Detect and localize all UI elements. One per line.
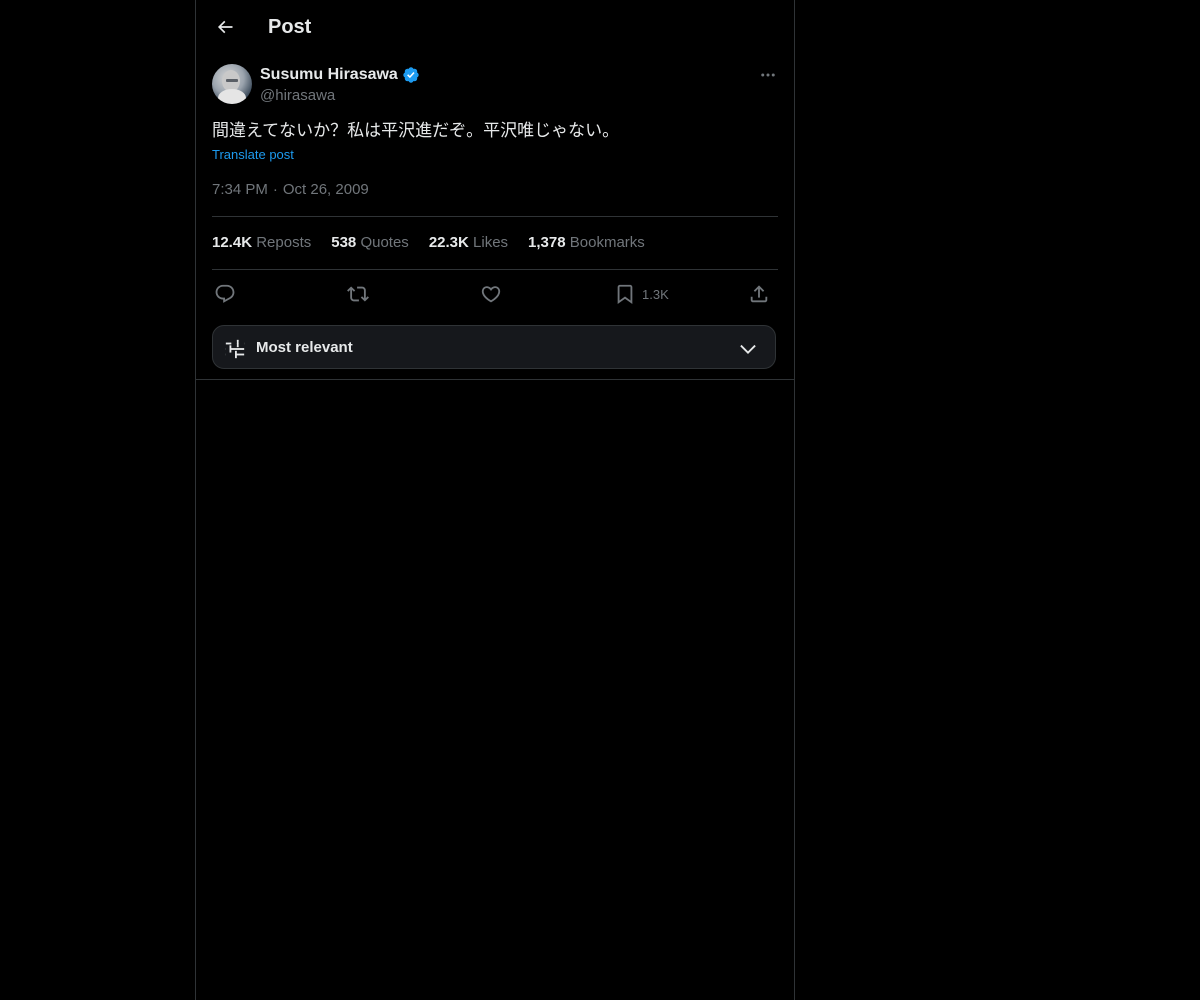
divider (212, 216, 778, 217)
reposts-count: 12.4K (212, 234, 253, 251)
back-button[interactable] (208, 10, 242, 44)
reply-button[interactable] (214, 280, 236, 308)
sort-replies-dropdown[interactable]: Most relevant (212, 325, 776, 369)
sliders-icon (225, 339, 245, 359)
bookmark-button[interactable]: 1.3K (614, 280, 669, 308)
more-options-button[interactable] (754, 62, 782, 88)
post-meta: 7:34 PM · Oct 26, 2009 (212, 180, 369, 200)
verified-badge-icon[interactable] (402, 66, 420, 84)
author-handle[interactable]: @hirasawa (260, 86, 420, 106)
post-column: Post Susumu Hirasawa @hirasawa 間違えてないか？私… (195, 0, 795, 1000)
header: Post (196, 0, 794, 54)
reposts-label: Reposts (256, 234, 312, 251)
divider (196, 379, 794, 380)
repost-button[interactable] (347, 280, 369, 308)
quotes-stat[interactable]: 538 Quotes (331, 233, 409, 253)
quotes-count: 538 (331, 234, 357, 251)
repost-icon (347, 286, 369, 302)
avatar[interactable] (212, 64, 252, 104)
bookmarks-stat[interactable]: 1,378 Bookmarks (528, 233, 645, 253)
post-date[interactable]: Oct 26, 2009 (283, 181, 369, 198)
action-bar: 1.3K (212, 280, 778, 308)
like-button[interactable] (480, 280, 502, 308)
chevron-down-icon (740, 344, 756, 354)
page-title: Post (268, 16, 312, 38)
sort-label: Most relevant (256, 339, 353, 356)
stats-row: 12.4K Reposts 538 Quotes 22.3K Likes 1,3… (212, 233, 665, 253)
author-name[interactable]: Susumu Hirasawa (260, 66, 398, 84)
likes-stat[interactable]: 22.3K Likes (429, 233, 508, 253)
bookmarks-label: Bookmarks (569, 234, 645, 251)
likes-count: 22.3K (428, 234, 469, 251)
divider (212, 269, 778, 270)
heart-icon (481, 286, 501, 303)
share-icon (750, 285, 768, 303)
bookmarks-count: 1,378 (528, 234, 566, 251)
bookmark-icon (617, 284, 633, 305)
likes-label: Likes (473, 234, 509, 251)
quotes-label: Quotes (360, 234, 409, 251)
post-text: 間違えてないか？私は平沢進だぞ。平沢唯じゃない。 (212, 121, 620, 140)
bookmark-count: 1.3K (642, 286, 669, 302)
avatar-image (218, 70, 246, 104)
author-name-row: Susumu Hirasawa (260, 64, 420, 86)
arrow-left-icon (217, 20, 233, 34)
author-block: Susumu Hirasawa @hirasawa (260, 64, 420, 106)
share-button[interactable] (748, 280, 770, 308)
reply-icon (215, 284, 235, 303)
reposts-stat[interactable]: 12.4K Reposts (212, 233, 311, 253)
meta-separator: · (272, 181, 278, 198)
translate-post-link[interactable]: Translate post (212, 145, 294, 165)
post-time[interactable]: 7:34 PM (212, 181, 268, 198)
more-dots-icon (761, 73, 775, 77)
